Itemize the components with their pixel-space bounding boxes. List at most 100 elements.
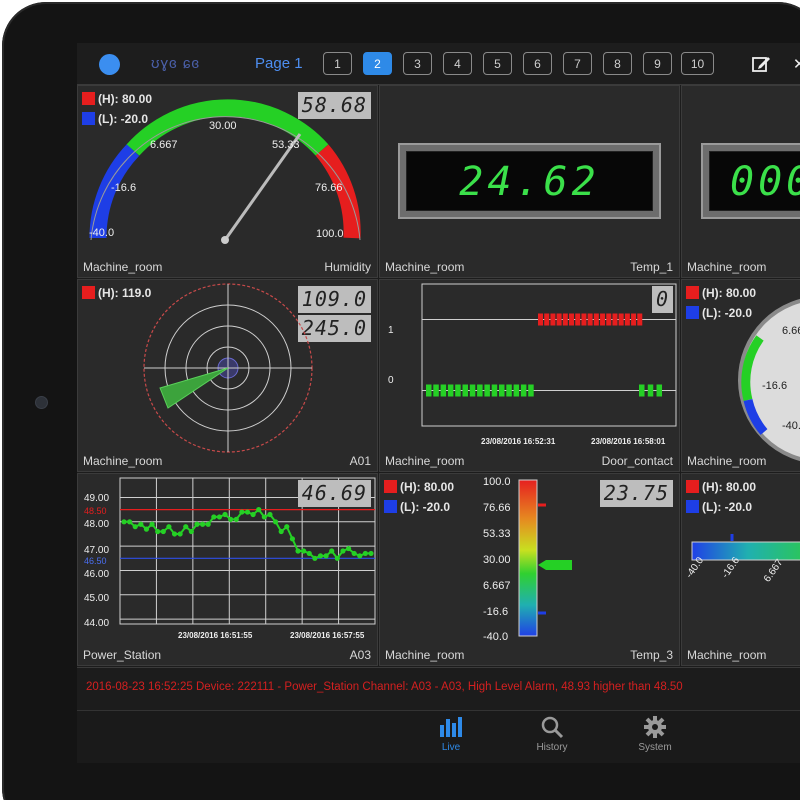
state-marker xyxy=(538,313,543,326)
page-button-2[interactable]: 2 xyxy=(363,52,392,75)
widget-caption-left: Power_Station xyxy=(83,648,162,662)
y-axis-label: 49.00 xyxy=(84,493,110,504)
page-button-5[interactable]: 5 xyxy=(483,52,512,75)
alarm-bar: 2016-08-23 16:52:25 Device: 222111 - Pow… xyxy=(77,667,800,710)
alarm-message[interactable]: 2016-08-23 16:52:25 Device: 222111 - Pow… xyxy=(86,681,683,693)
temp1-lcd: 24.62 xyxy=(398,143,661,219)
data-point xyxy=(127,519,133,525)
scale-label: -40.0 xyxy=(483,631,509,643)
tick-label: -16.6 xyxy=(111,182,137,194)
state-marker xyxy=(550,313,556,326)
tick-label: 53.33 xyxy=(272,139,300,151)
temp1-display-widget[interactable]: 24.62 Machine_room Temp_1 xyxy=(379,85,680,278)
data-point xyxy=(301,548,307,554)
x-axis-label: 23/08/2016 16:58:01 xyxy=(591,437,666,446)
tick-label: 6.66 xyxy=(782,325,800,337)
state-marker xyxy=(593,313,599,326)
tick-label: -40. xyxy=(782,420,800,432)
page-button-8[interactable]: 8 xyxy=(603,52,632,75)
widget-caption-right: A01 xyxy=(349,454,371,468)
widget-caption-right: Temp_3 xyxy=(630,648,673,662)
tab-history[interactable]: History xyxy=(522,715,582,753)
data-point xyxy=(121,519,127,525)
data-point xyxy=(334,555,340,561)
top-bar: ʊɣɞ ɕɞ Page 1 1 2 3 4 5 6 7 8 9 10 ✕ xyxy=(77,43,800,85)
data-point xyxy=(312,555,318,561)
state-marker xyxy=(647,384,654,397)
connection-status-icon[interactable] xyxy=(99,54,120,75)
data-point xyxy=(143,526,150,532)
high-limit-axis-label: 48.50 xyxy=(84,506,107,516)
data-point xyxy=(267,511,273,518)
partial-gauge-widget[interactable]: (H): 80.00 (L): -20.0 6.66 -16.6 -40. Ma… xyxy=(681,279,800,472)
scale-label: 30.00 xyxy=(483,554,511,566)
page-button-1[interactable]: 1 xyxy=(323,52,352,75)
data-point xyxy=(261,514,267,520)
state-marker xyxy=(618,313,624,326)
data-point xyxy=(171,531,178,537)
data-point xyxy=(216,514,223,520)
page-button-6[interactable]: 6 xyxy=(523,52,552,75)
widget-caption-left: Machine_room xyxy=(385,648,465,662)
page-label: Page 1 xyxy=(255,55,303,72)
page-button-3[interactable]: 3 xyxy=(403,52,432,75)
tick-label: 6.667 xyxy=(150,139,178,151)
page-button-9[interactable]: 9 xyxy=(643,52,672,75)
data-point xyxy=(362,550,368,557)
scale-label: 76.66 xyxy=(483,502,511,514)
partial-gauge-dial xyxy=(738,298,800,462)
state-marker xyxy=(513,384,520,397)
partial-lcd: 000 xyxy=(701,143,800,219)
state-marker xyxy=(440,384,447,397)
state-marker xyxy=(528,384,534,397)
tick-label: -40.0 xyxy=(89,227,115,239)
state-marker xyxy=(624,313,630,326)
more-icon[interactable]: ✕ xyxy=(793,55,800,73)
page-button-4[interactable]: 4 xyxy=(443,52,472,75)
scale-label: 6.667 xyxy=(483,580,511,592)
widget-caption-left: Machine_room xyxy=(687,454,767,468)
data-point xyxy=(205,521,211,527)
data-point xyxy=(278,528,284,535)
page-button-7[interactable]: 7 xyxy=(563,52,592,75)
state-marker xyxy=(556,313,562,326)
data-point xyxy=(155,528,161,535)
data-point xyxy=(233,516,239,522)
scale-label: 100.0 xyxy=(483,476,511,488)
search-icon xyxy=(541,716,564,739)
widget-caption-left: Machine_room xyxy=(385,454,465,468)
data-point xyxy=(199,521,206,527)
state-marker xyxy=(575,313,581,326)
data-point xyxy=(138,521,144,527)
data-point xyxy=(188,528,194,535)
edit-icon[interactable] xyxy=(751,54,771,74)
temp1-value: 24.62 xyxy=(406,151,653,211)
low-limit-axis-label: 46.50 xyxy=(84,556,107,566)
tick-label: 30.00 xyxy=(209,120,237,132)
tab-system[interactable]: System xyxy=(625,715,685,753)
door-contact-widget[interactable]: 0 1 0 23/08/2016 16:52:31 23/08/2016 16:… xyxy=(379,279,680,472)
widget-caption-right: Door_contact xyxy=(601,454,673,468)
partial-display-widget[interactable]: 000 Machine_room xyxy=(681,85,800,278)
data-point xyxy=(244,509,251,515)
page-button-10[interactable]: 10 xyxy=(681,52,714,75)
tab-live[interactable]: Live xyxy=(421,715,481,753)
state-marker xyxy=(506,384,512,397)
temp3-bar-widget[interactable]: (H): 80.00 (L): -20.0 23.75 100.0 76.66 … xyxy=(379,473,680,666)
data-point xyxy=(256,507,262,513)
data-point xyxy=(323,553,329,559)
state-marker xyxy=(462,384,468,397)
radar-a01-widget[interactable]: (H): 119.0 109.0 245.0 Machine_room A01 xyxy=(77,279,378,472)
power-station-widget[interactable]: 46.69 49.00 48.50 48.00 47.00 46.50 46.0… xyxy=(77,473,378,666)
state-marker xyxy=(433,384,439,397)
data-point xyxy=(368,550,374,557)
gear-icon xyxy=(644,716,666,738)
state-marker xyxy=(499,384,505,397)
tab-label: Live xyxy=(441,742,461,753)
widget-caption-left: Machine_room xyxy=(83,454,163,468)
partial-hbar-widget[interactable]: (H): 80.00 (L): -20.0 -40.0 -16.6 6.667 … xyxy=(681,473,800,666)
state-marker xyxy=(544,313,550,326)
humidity-gauge-widget[interactable]: (H): 80.00 (L): -20.0 58.68 -40.0 -16.6 … xyxy=(77,85,378,278)
tab-label: System xyxy=(638,742,672,753)
state-marker xyxy=(600,313,606,326)
